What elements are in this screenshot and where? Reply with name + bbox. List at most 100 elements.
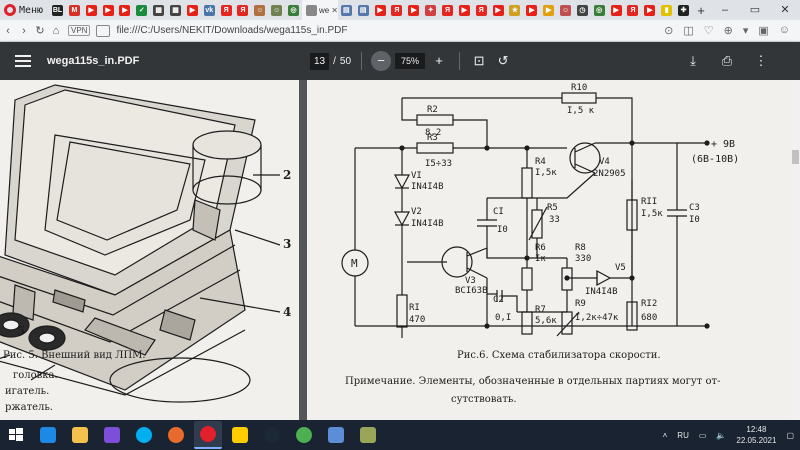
browser-tab[interactable]: ☺ xyxy=(268,0,285,20)
browser-tab[interactable]: ▶ xyxy=(608,0,625,20)
r10-value: I,5 к xyxy=(567,106,595,116)
taskbar-app[interactable] xyxy=(130,421,158,449)
menu-icon[interactable] xyxy=(15,55,31,67)
zoom-in-button[interactable]: + xyxy=(429,51,449,71)
browser-tab[interactable]: ◎ xyxy=(591,0,608,20)
browser-tab[interactable]: vk xyxy=(201,0,218,20)
pdf-viewport[interactable]: 2 3 4 5 Рис. 5. Внешний вид ЛПМ. головка… xyxy=(0,80,800,420)
heart-icon[interactable]: ♡ xyxy=(704,24,714,37)
browser-tab[interactable]: Я xyxy=(439,0,456,20)
browser-tab[interactable]: Я xyxy=(625,0,642,20)
browser-tab[interactable]: ▶ xyxy=(456,0,473,20)
tray-expand-icon[interactable]: ˄ xyxy=(663,431,668,440)
taskbar-app[interactable] xyxy=(354,421,382,449)
opera-menu-button[interactable]: Меню xyxy=(0,0,49,20)
browser-tab[interactable]: ▶ xyxy=(405,0,422,20)
v3-label: V3 xyxy=(465,276,476,286)
browser-tab[interactable]: ✚ xyxy=(675,0,692,20)
browser-tab[interactable]: BL xyxy=(49,0,66,20)
bookmark-icon[interactable]: ⊕ xyxy=(724,24,733,37)
reload-icon[interactable]: ↻ xyxy=(32,24,48,37)
volume-icon[interactable]: 🔈 xyxy=(716,431,726,440)
vpn-badge[interactable]: VPN xyxy=(68,25,91,36)
legend-line-1: головка. xyxy=(13,370,58,381)
c1-value: I0 xyxy=(497,225,508,235)
taskbar-app[interactable] xyxy=(258,421,286,449)
new-tab-button[interactable]: + xyxy=(692,3,710,18)
browser-tab[interactable]: ▶ xyxy=(100,0,117,20)
browser-tab[interactable]: ☺ xyxy=(557,0,574,20)
c2-value: 0,I xyxy=(495,313,511,323)
taskbar-app[interactable] xyxy=(194,421,222,449)
scrollbar-thumb[interactable] xyxy=(792,150,799,164)
taskbar-app[interactable] xyxy=(98,421,126,449)
home-icon[interactable]: ⌂ xyxy=(48,25,64,37)
snapshot-icon[interactable]: ◫ xyxy=(683,24,693,37)
download-icon[interactable]: ⤓ xyxy=(684,53,702,69)
browser-tab[interactable]: ▶ xyxy=(523,0,540,20)
account-icon[interactable]: ☺ xyxy=(779,24,790,37)
back-icon[interactable]: ‹ xyxy=(0,25,16,37)
extension-icon[interactable]: ▣ xyxy=(758,24,768,37)
minimize-button[interactable]: – xyxy=(710,0,740,20)
browser-tab[interactable]: Я xyxy=(473,0,490,20)
zoom-out-button[interactable]: − xyxy=(371,51,392,71)
close-button[interactable]: ✕ xyxy=(770,0,800,20)
browser-tab[interactable]: ▤ xyxy=(338,0,355,20)
url-field[interactable]: file:///C:/Users/NEKIT/Downloads/wega115… xyxy=(116,25,664,36)
r12-value: 680 xyxy=(641,313,657,323)
browser-tab[interactable]: ▶ xyxy=(490,0,507,20)
notifications-icon[interactable]: ▢ xyxy=(786,431,794,440)
taskbar-app[interactable] xyxy=(322,421,350,449)
cart-icon[interactable]: ▾ xyxy=(743,24,749,37)
browser-tab[interactable]: ▤ xyxy=(355,0,372,20)
lens-icon[interactable]: ⊙ xyxy=(664,24,673,37)
network-icon[interactable]: ▭ xyxy=(699,431,707,440)
fit-page-icon[interactable]: ⊡ xyxy=(469,51,489,71)
clock[interactable]: 12:48 22.05.2021 xyxy=(736,424,776,446)
browser-tab-active[interactable]: we ✕ xyxy=(301,0,338,20)
v5-type: IN4I4B xyxy=(585,287,618,297)
browser-tab[interactable]: ▦ xyxy=(150,0,167,20)
figure-caption: Рис. 5. Внешний вид ЛПМ. xyxy=(3,350,146,361)
browser-tab[interactable]: M xyxy=(66,0,83,20)
browser-tab[interactable]: ▶ xyxy=(83,0,100,20)
tab-close-icon[interactable]: ✕ xyxy=(331,6,338,15)
r3-value: I5÷33 xyxy=(425,159,452,169)
browser-tab[interactable]: ☺ xyxy=(251,0,268,20)
browser-tab[interactable]: ▶ xyxy=(372,0,389,20)
zoom-level[interactable]: 75% xyxy=(395,53,426,69)
rotate-icon[interactable]: ↺ xyxy=(493,51,513,71)
browser-tab[interactable]: ▦ xyxy=(167,0,184,20)
browser-tab[interactable]: ◷ xyxy=(574,0,591,20)
browser-tab[interactable]: ▶ xyxy=(184,0,201,20)
browser-tab[interactable]: ✓ xyxy=(133,0,150,20)
browser-tab[interactable]: ▮ xyxy=(658,0,675,20)
browser-tab[interactable]: Я xyxy=(218,0,235,20)
taskbar-app[interactable] xyxy=(226,421,254,449)
browser-tab[interactable]: ▶ xyxy=(641,0,658,20)
browser-tab[interactable]: ★ xyxy=(507,0,524,20)
taskbar-app[interactable] xyxy=(162,421,190,449)
print-icon[interactable]: ⎙ xyxy=(718,53,736,69)
more-options-icon[interactable]: ⋮ xyxy=(752,53,770,69)
forward-icon[interactable]: › xyxy=(16,25,32,37)
v5-label: V5 xyxy=(615,263,626,273)
browser-tab[interactable]: Я xyxy=(389,0,406,20)
taskbar-app[interactable] xyxy=(34,421,62,449)
motor-label: М xyxy=(351,257,358,270)
language-indicator[interactable]: RU xyxy=(677,431,689,440)
page-number-input[interactable]: 13 xyxy=(310,52,330,70)
browser-tab[interactable]: ◎ xyxy=(285,0,302,20)
browser-tab[interactable]: ▶ xyxy=(117,0,134,20)
browser-tab[interactable]: ✦ xyxy=(422,0,439,20)
browser-tab[interactable]: Я xyxy=(235,0,252,20)
vertical-scrollbar[interactable] xyxy=(791,80,800,420)
maximize-button[interactable]: ▭ xyxy=(740,0,770,20)
taskbar-app[interactable] xyxy=(290,421,318,449)
start-button[interactable] xyxy=(0,420,32,450)
v4-label: V4 xyxy=(599,157,610,167)
browser-tab[interactable]: ▶ xyxy=(540,0,557,20)
avatar-icon: ☺ xyxy=(271,4,283,16)
taskbar-app[interactable] xyxy=(66,421,94,449)
